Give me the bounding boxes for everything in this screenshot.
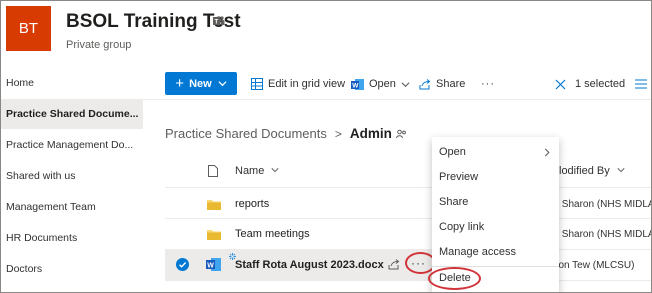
word-icon: W	[351, 78, 364, 90]
row-divider	[165, 280, 651, 281]
chevron-down-icon	[401, 81, 410, 87]
nav-item-doctors[interactable]: Doctors	[1, 254, 143, 284]
chevron-right-icon	[544, 148, 550, 157]
close-icon	[555, 79, 566, 89]
more-commands-button[interactable]: ···	[481, 74, 495, 94]
annotation-ellipse-delete	[428, 267, 481, 290]
nav-item-management-team[interactable]: Management Team	[1, 192, 143, 222]
app-window: BT BSOL Training Test T Private group Ho…	[0, 0, 652, 293]
share-label: Share	[436, 78, 466, 90]
share-button[interactable]: Share	[419, 74, 465, 94]
selected-count-label: 1 selected	[575, 78, 626, 90]
view-options-icon[interactable]	[635, 79, 647, 89]
chevron-down-icon	[218, 81, 227, 87]
menu-item-manage-access[interactable]: Manage access	[432, 240, 559, 265]
selected-checkmark-icon[interactable]	[176, 258, 189, 271]
name-column-header[interactable]: Name	[235, 165, 279, 177]
nav-item-home[interactable]: Home	[1, 68, 143, 98]
share-icon	[419, 79, 431, 90]
menu-item-copy-link[interactable]: Copy link	[432, 215, 559, 240]
word-file-icon: W	[206, 258, 221, 271]
nav-item-hr-documents[interactable]: HR Documents	[1, 223, 143, 253]
breadcrumb: Practice Shared Documents > Admin	[165, 126, 407, 141]
breadcrumb-current: Admin	[349, 126, 392, 141]
command-bar: + New Edit in grid view W Open Share ···…	[143, 68, 651, 100]
plus-icon: +	[175, 75, 185, 92]
nav-item-practice-management-documents[interactable]: Practice Management Do...	[1, 130, 143, 160]
modified-by-column-header[interactable]: lodified By	[559, 165, 625, 177]
nav-item-shared-with-us[interactable]: Shared with us	[1, 161, 143, 191]
clear-selection-button[interactable]: 1 selected	[555, 74, 625, 94]
nav-item-practice-shared-documents[interactable]: Practice Shared Docume...	[1, 99, 143, 129]
chevron-down-icon	[617, 168, 625, 173]
file-type-header-icon[interactable]	[208, 165, 218, 177]
share-icon[interactable]	[388, 258, 400, 270]
edit-grid-view-button[interactable]: Edit in grid view	[251, 74, 345, 94]
folder-icon	[207, 200, 221, 210]
site-privacy-label: Private group	[66, 39, 132, 51]
left-navigation: Home Practice Shared Docume... Practice …	[1, 68, 143, 292]
menu-item-preview[interactable]: Preview	[432, 165, 559, 190]
open-label: Open	[369, 78, 396, 90]
new-button-label: New	[189, 77, 212, 90]
svg-text:W: W	[352, 82, 359, 89]
teams-icon[interactable]: T	[213, 15, 225, 27]
site-logo[interactable]: BT	[6, 6, 51, 51]
grid-icon	[251, 78, 263, 90]
folder-icon	[207, 230, 221, 240]
modified-by-cell: ew, Sharon (NHS MIDLA	[544, 229, 652, 240]
name-column-label: Name	[235, 165, 265, 177]
file-name-staff-rota[interactable]: Staff Rota August 2023.docx	[235, 259, 384, 271]
svg-text:W: W	[207, 262, 214, 269]
breadcrumb-parent[interactable]: Practice Shared Documents	[165, 126, 327, 141]
site-header: BT BSOL Training Test T Private group	[1, 1, 651, 68]
table-row[interactable]	[165, 188, 435, 218]
new-button[interactable]: + New	[165, 72, 237, 95]
menu-item-share[interactable]: Share	[432, 190, 559, 215]
modified-by-column-label: lodified By	[559, 165, 610, 177]
open-button[interactable]: W Open	[351, 74, 415, 94]
edit-grid-view-label: Edit in grid view	[268, 78, 346, 90]
svg-text:T: T	[215, 20, 219, 26]
menu-item-open[interactable]: Open	[432, 140, 559, 165]
people-icon[interactable]	[395, 129, 407, 139]
modified-by-cell: ew, Sharon (NHS MIDLA	[544, 199, 652, 210]
file-name-reports[interactable]: reports	[235, 198, 269, 210]
menu-item-open-label: Open	[439, 146, 466, 158]
chevron-down-icon	[271, 168, 279, 173]
breadcrumb-separator: >	[334, 126, 342, 141]
file-name-team-meetings[interactable]: Team meetings	[235, 228, 310, 240]
